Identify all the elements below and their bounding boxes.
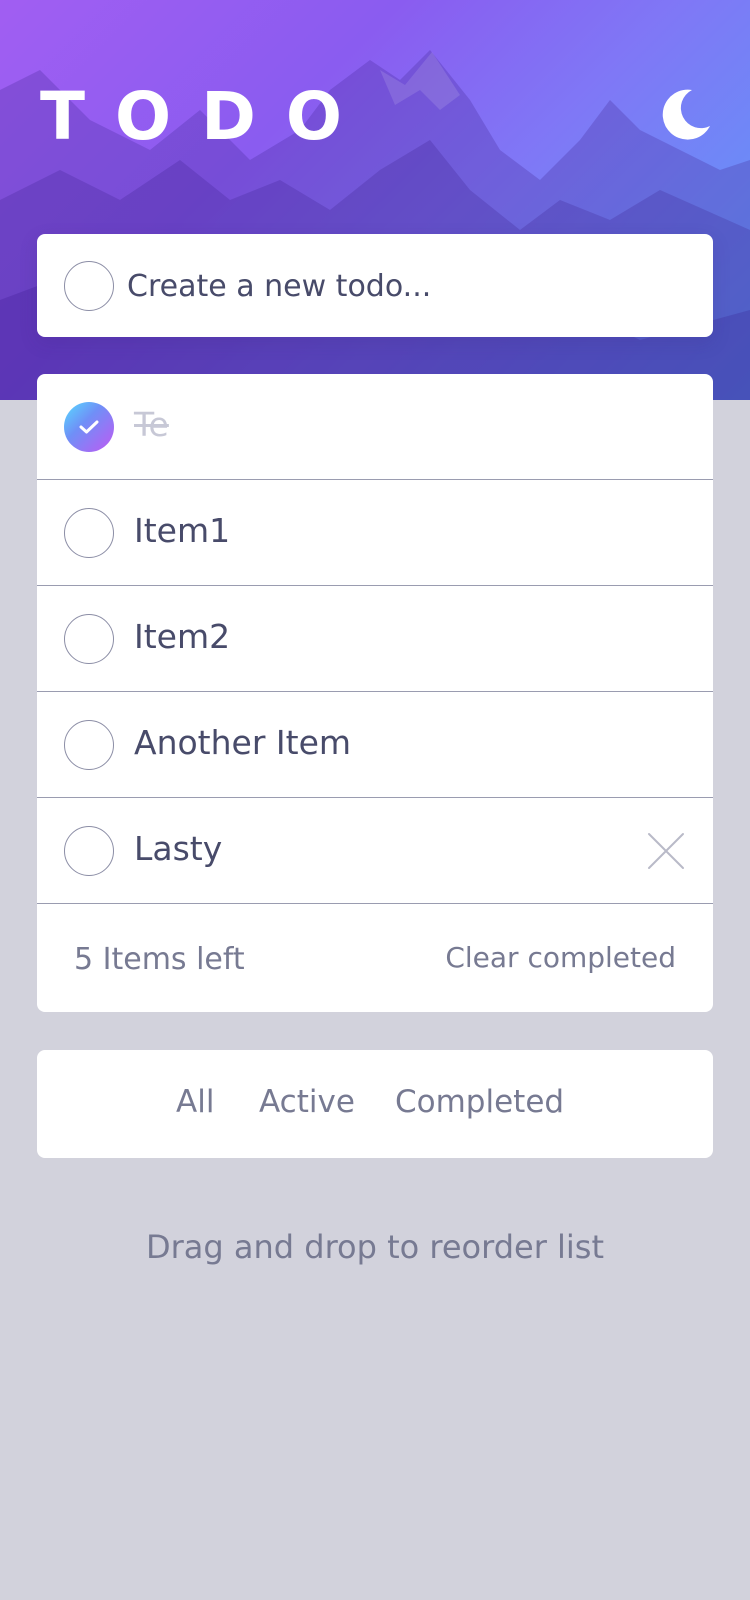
- new-todo-checkbox[interactable]: [64, 261, 114, 311]
- todo-item[interactable]: Item1: [37, 480, 713, 586]
- check-icon: [79, 420, 99, 434]
- todo-item[interactable]: Another Item: [37, 692, 713, 798]
- todo-checkbox-checked[interactable]: [64, 402, 114, 452]
- clear-completed-button[interactable]: Clear completed: [445, 941, 676, 974]
- todo-checkbox[interactable]: [64, 508, 114, 558]
- todo-checkbox[interactable]: [64, 720, 114, 770]
- filter-completed[interactable]: Completed: [395, 1084, 564, 1120]
- close-icon[interactable]: [647, 832, 685, 870]
- filter-bar: All Active Completed: [37, 1050, 713, 1158]
- items-left-count: 5 Items left: [74, 942, 245, 977]
- header-background: [0, 0, 750, 400]
- filter-active[interactable]: Active: [259, 1084, 355, 1120]
- todo-label: Item2: [134, 617, 231, 656]
- todo-label: Te: [134, 405, 169, 444]
- list-footer: 5 Items left Clear completed: [37, 904, 713, 1012]
- app-title: TODO: [40, 78, 373, 155]
- todo-list: Te Item1 Item2 Another Item Lasty 5 Item…: [37, 374, 713, 1012]
- new-todo-card: [37, 234, 713, 337]
- todo-label: Lasty: [134, 829, 223, 868]
- todo-checkbox[interactable]: [64, 826, 114, 876]
- todo-item[interactable]: Lasty: [37, 798, 713, 904]
- moon-icon[interactable]: [658, 86, 714, 142]
- todo-item[interactable]: Item2: [37, 586, 713, 692]
- reorder-hint: Drag and drop to reorder list: [145, 1228, 605, 1266]
- todo-checkbox[interactable]: [64, 614, 114, 664]
- filter-all[interactable]: All: [176, 1084, 214, 1120]
- todo-label: Another Item: [134, 723, 352, 762]
- todo-label: Item1: [134, 511, 231, 550]
- new-todo-input[interactable]: [127, 256, 687, 316]
- mountain-image: [0, 50, 750, 400]
- todo-item[interactable]: Te: [37, 374, 713, 480]
